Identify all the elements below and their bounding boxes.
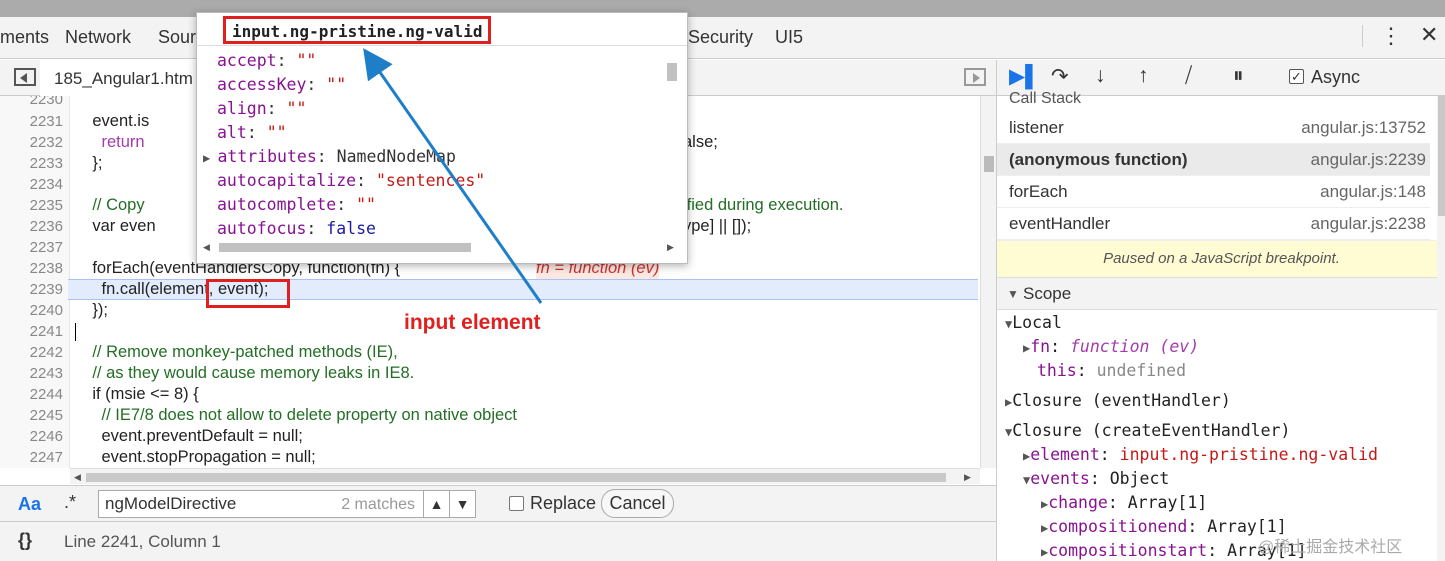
toggle-debugger-icon[interactable] [964,68,986,86]
tab-ui5[interactable]: UI5 [775,27,803,48]
regex-button[interactable]: .* [64,492,76,513]
vertical-dots-icon[interactable]: ⋮ [1380,23,1402,49]
scope-header[interactable]: ▼ Scope [997,278,1445,310]
editor-horizontal-scrollbar[interactable]: ◀ ▶ [70,468,980,484]
code-line: 2242 // Remove monkey-patched methods (I… [29,343,398,361]
step-into-icon[interactable]: ↓ [1095,64,1106,88]
scroll-left-icon: ◀ [203,242,210,252]
code-line: 2243 // as they would cause memory leaks… [29,364,415,382]
file-tab[interactable]: 185_Angular1.htm [40,60,200,96]
scope-property[interactable]: ▼events: Object [1023,468,1169,490]
toolbar-divider [1362,25,1363,47]
code-line: 2245 // IE7/8 does not allow to delete p… [29,406,518,424]
popover-property[interactable]: autofocus: false [217,217,376,241]
popover-vertical-scrollbar[interactable] [665,57,679,241]
popover-properties: accept: "" accessKey: "" align: "" alt: … [197,49,663,241]
match-case-button[interactable]: Aa [18,494,41,515]
chevron-down-icon: ▼ [455,496,470,512]
popover-property[interactable]: autocapitalize: "sentences" [217,169,485,193]
tab-elements[interactable]: ments [0,27,49,48]
scroll-right-icon: ▶ [964,472,971,482]
call-stack-frame[interactable]: eventHandler angular.js:2238 [997,208,1430,240]
text-cursor [75,323,76,341]
element-highlight-box [206,279,290,308]
object-popover: input.ng-pristine.ng-valid accept: "" ac… [196,12,688,264]
async-label: Async [1311,67,1361,87]
call-stack-frame[interactable]: forEach angular.js:148 [997,176,1430,208]
expand-arrow-icon: ▼ [1007,287,1019,301]
search-bar: Aa .* 2 matches ▲ ▼ Replace Cancel [0,485,996,521]
step-over-icon[interactable]: ↷ [1051,64,1069,89]
scope-property[interactable]: ▶element: input.ng-pristine.ng-valid [1023,444,1378,466]
scope-closure[interactable]: ▶Closure (eventHandler) [1005,390,1231,412]
scope-property[interactable]: ▶fn: function (ev) [1023,336,1199,358]
cursor-position: Line 2241, Column 1 [64,532,221,551]
status-bar: {} Line 2241, Column 1 [0,521,996,561]
popover-property[interactable]: align: "" [217,97,306,121]
debugger-scrollbar[interactable] [1437,96,1445,561]
toggle-navigator-icon[interactable] [14,68,36,86]
chevron-up-icon: ▲ [429,496,444,512]
scope-closure[interactable]: ▼Closure (createEventHandler) [1005,420,1290,442]
replace-label: Replace [530,493,597,513]
debugger-pane: ▶▌ ↷ ↓ ↑ ⧸ ⏸ ✓ Async Call Stack listener… [996,60,1445,561]
call-stack-frame[interactable]: listener angular.js:13752 [997,112,1430,144]
scope-property[interactable]: ▶compositionend: Array[1] [1041,516,1287,538]
pause-on-exceptions-icon[interactable]: ⏸ [1233,64,1244,88]
popover-property[interactable]: ▶ attributes: NamedNodeMap [203,145,456,169]
next-match-button[interactable]: ▼ [450,490,476,518]
scroll-right-icon: ▶ [667,242,674,252]
code-line-current: 2239 fn.call(element, event); [29,280,269,298]
popover-property[interactable]: accept: "" [217,49,316,73]
code-line: 2247 event.stopPropagation = null; [29,448,316,466]
popover-property[interactable]: alt: "" [217,121,287,145]
tab-security[interactable]: Security [688,27,753,48]
pretty-print-button[interactable]: {} [18,530,32,551]
call-stack-title[interactable]: Call Stack [1009,90,1081,108]
step-out-icon[interactable]: ↑ [1138,64,1149,88]
close-icon[interactable]: ✕ [1420,22,1438,48]
call-stack-frame-active[interactable]: (anonymous function) angular.js:2239 [997,144,1430,176]
code-line: 2246 event.preventDefault = null; [29,427,303,445]
expand-arrow-icon: ▶ [203,151,218,165]
popover-title: input.ng-pristine.ng-valid [223,16,492,44]
scroll-left-icon: ◀ [74,472,81,482]
popover-property[interactable]: accessKey: "" [217,73,346,97]
previous-match-button[interactable]: ▲ [424,490,450,518]
editor-vertical-scrollbar[interactable] [980,96,996,468]
code-line: 2244 if (msie <= 8) { [29,385,199,403]
cancel-button[interactable]: Cancel [601,489,674,518]
resume-icon[interactable]: ▶▌ [1009,64,1040,89]
tab-network[interactable]: Network [65,27,131,48]
async-checkbox[interactable]: ✓ [1289,69,1304,84]
search-input[interactable] [105,494,335,514]
deactivate-breakpoints-icon[interactable]: ⧸ [1185,64,1192,88]
match-count: 2 matches [341,496,415,513]
replace-checkbox[interactable] [509,496,524,511]
annotation-label: input element [404,311,541,334]
paused-message: Paused on a JavaScript breakpoint. [997,240,1445,278]
popover-property[interactable]: autocomplete: "" [217,193,376,217]
scope-local[interactable]: ▼Local [1005,312,1062,334]
search-box: 2 matches [98,490,424,518]
scope-property[interactable]: this: undefined [1037,360,1186,382]
tab-sources[interactable]: Sour [158,27,196,48]
popover-horizontal-scrollbar[interactable]: ◀ ▶ [197,239,677,255]
scope-property[interactable]: ▶change: Array[1] [1041,492,1207,514]
watermark: @稀土掘金技术社区 [1258,539,1403,556]
